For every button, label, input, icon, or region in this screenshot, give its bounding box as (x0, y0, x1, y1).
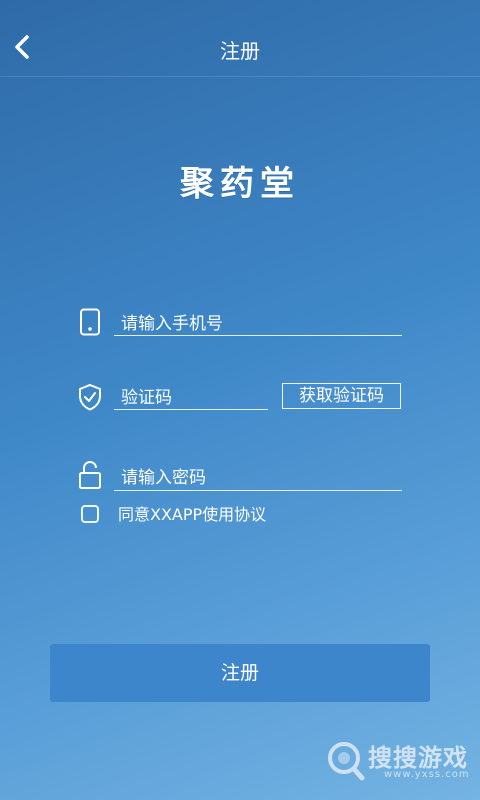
agreement-checkbox[interactable] (81, 505, 99, 523)
page-title: 注册 (220, 39, 260, 63)
top-bar: 注册 (0, 0, 480, 77)
phone-icon (80, 308, 100, 336)
register-button[interactable]: 注册 (50, 644, 430, 702)
get-code-button[interactable]: 获取验证码 (282, 383, 401, 409)
watermark-url: www.yxss.com (384, 769, 470, 780)
password-input[interactable]: 请输入密码 (121, 467, 206, 489)
magnifier-icon (328, 742, 365, 781)
unlock-icon (79, 460, 101, 489)
code-input[interactable]: 验证码 (121, 387, 172, 409)
code-underline (114, 409, 268, 410)
phone-underline (114, 335, 402, 336)
password-underline (114, 490, 402, 491)
shield-check-icon (79, 383, 101, 411)
watermark: 搜搜游戏 www.yxss.com (326, 738, 476, 788)
phone-input[interactable]: 请输入手机号 (121, 313, 223, 335)
brand-logo-text: 聚药堂 (180, 164, 300, 204)
agreement-label[interactable]: 同意XXAPP使用协议 (118, 505, 266, 525)
watermark-name: 搜搜游戏 (368, 744, 468, 772)
